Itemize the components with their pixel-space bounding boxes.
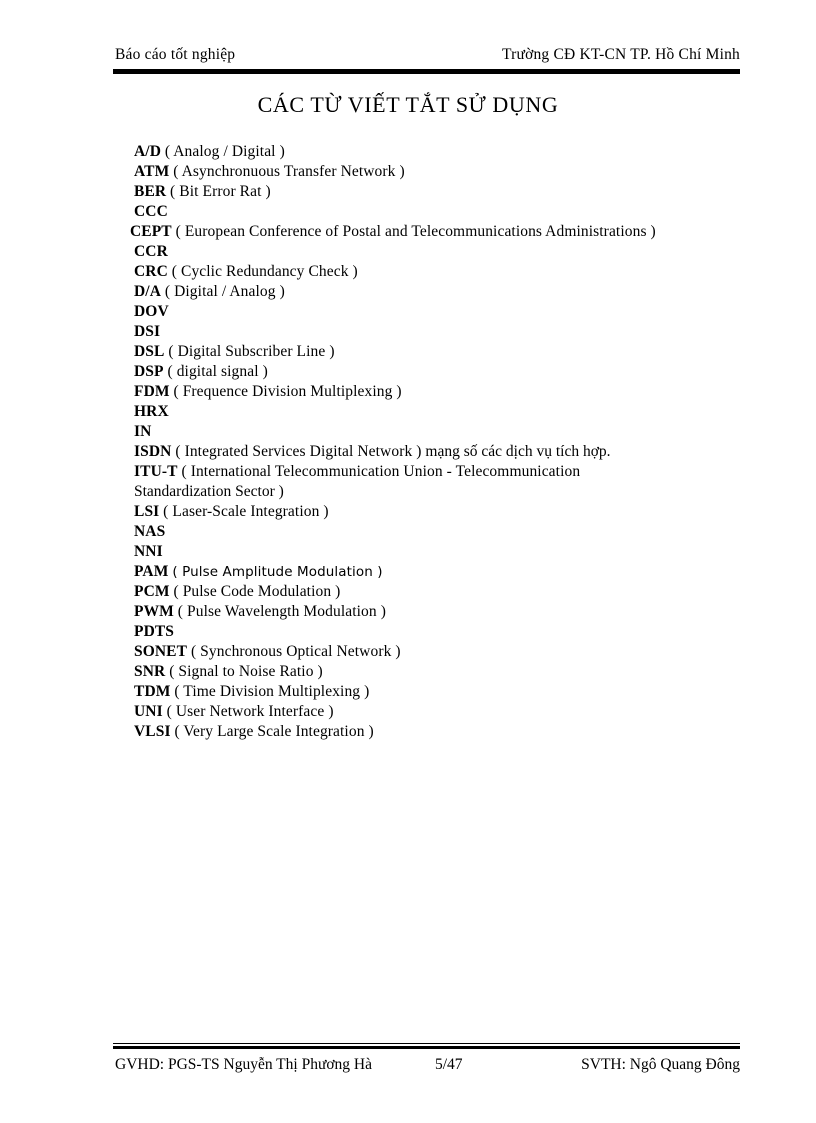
abbreviation-row: ISDN ( Integrated Services Digital Netwo… [134, 442, 754, 462]
abbreviation-term: TDM [134, 683, 171, 700]
abbreviation-row: BER ( Bit Error Rat ) [134, 182, 754, 202]
footer-divider-rule-thin [113, 1043, 740, 1044]
abbreviation-row: DSL ( Digital Subscriber Line ) [134, 342, 754, 362]
abbreviation-term: UNI [134, 703, 163, 720]
abbreviation-definition: ( Synchronous Optical Network ) [190, 643, 401, 660]
header-right-text: Trường CĐ KT-CN TP. Hồ Chí Minh [502, 46, 740, 63]
abbreviation-term: VLSI [134, 723, 171, 740]
abbreviation-term: DSI [134, 323, 161, 340]
abbreviation-term: CEPT [130, 223, 172, 240]
abbreviation-row: CEPT ( European Conference of Postal and… [130, 222, 754, 242]
abbreviation-term: SONET [134, 643, 188, 660]
abbreviation-definition: ( European Conference of Postal and Tele… [175, 223, 656, 240]
abbreviation-definition: ( Pulse Amplitude Modulation ) [172, 564, 383, 580]
abbreviation-row: NNI [134, 542, 754, 562]
abbreviation-definition: ( Digital / Analog ) [164, 283, 285, 300]
abbreviation-definition: ( Integrated Services Digital Network ) [175, 443, 422, 460]
abbreviation-row: HRX [134, 402, 754, 422]
abbreviation-term: PCM [134, 583, 170, 600]
abbreviation-list: A/D ( Analog / Digital ) ATM ( Asynchronu… [130, 142, 754, 742]
abbreviation-term: FDM [134, 383, 170, 400]
abbreviation-term: DSL [134, 343, 165, 360]
abbreviation-row: DSP ( digital signal ) [134, 362, 754, 382]
abbreviation-definition: ( Laser-Scale Integration ) [163, 503, 329, 520]
abbreviation-row: CCC [134, 202, 754, 222]
abbreviation-row: ATM ( Asynchronuous Transfer Network ) [134, 162, 754, 182]
abbreviation-term: ISDN [134, 443, 172, 460]
abbreviation-note: mạng số các dịch vụ tích hợp. [425, 443, 611, 460]
abbreviation-definition: ( Pulse Code Modulation ) [173, 583, 341, 600]
abbreviation-row: ITU-T ( International Telecommunication … [134, 462, 754, 482]
abbreviation-row: LSI ( Laser-Scale Integration ) [134, 502, 754, 522]
abbreviation-definition: ( Digital Subscriber Line ) [168, 343, 335, 360]
abbreviation-row: TDM ( Time Division Multiplexing ) [134, 682, 754, 702]
abbreviation-definition: ( Asynchronuous Transfer Network ) [173, 163, 405, 180]
header-divider-rule [113, 69, 740, 74]
abbreviation-row: PAM ( Pulse Amplitude Modulation ) [134, 562, 754, 582]
abbreviation-term: A/D [134, 143, 161, 160]
footer-divider-rule-thick [113, 1046, 740, 1049]
footer-student-text: SVTH: Ngô Quang Đông [581, 1056, 740, 1073]
abbreviation-term: CRC [134, 263, 168, 280]
page-footer: GVHD: PGS-TS Nguyễn Thị Phương Hà 5/47 S… [113, 1056, 740, 1076]
header-left-text: Báo cáo tốt nghiệp [115, 46, 236, 63]
abbreviation-term: LSI [134, 503, 160, 520]
abbreviation-definition: ( digital signal ) [167, 363, 268, 380]
abbreviation-definition: ( International Telecommunication Union … [181, 463, 581, 480]
abbreviation-row: NAS [134, 522, 754, 542]
abbreviation-term: PWM [134, 603, 174, 620]
footer-page-number: 5/47 [435, 1056, 463, 1073]
abbreviation-row: FDM ( Frequence Division Multiplexing ) [134, 382, 754, 402]
abbreviation-row: PDTS [134, 622, 754, 642]
page-title: CÁC TỪ VIẾT TẮT SỬ DỤNG [257, 92, 559, 117]
abbreviation-definition: ( Bit Error Rat ) [170, 183, 271, 200]
abbreviation-term: PAM [134, 563, 169, 580]
abbreviation-term: BER [134, 183, 167, 200]
abbreviation-term: CCC [134, 203, 168, 220]
abbreviation-row: SONET ( Synchronous Optical Network ) [134, 642, 754, 662]
abbreviation-definition: ( User Network Interface ) [166, 703, 334, 720]
abbreviation-definition: ( Time Division Multiplexing ) [174, 683, 370, 700]
abbreviation-row: A/D ( Analog / Digital ) [134, 142, 754, 162]
abbreviation-row: CRC ( Cyclic Redundancy Check ) [134, 262, 754, 282]
abbreviation-term: SNR [134, 663, 166, 680]
abbreviation-row: PCM ( Pulse Code Modulation ) [134, 582, 754, 602]
abbreviation-term: HRX [134, 403, 169, 420]
abbreviation-row: PWM ( Pulse Wavelength Modulation ) [134, 602, 754, 622]
abbreviation-row: DOV [134, 302, 754, 322]
abbreviation-term: ATM [134, 163, 170, 180]
abbreviation-definition: ( Very Large Scale Integration ) [174, 723, 374, 740]
abbreviation-term: NNI [134, 543, 163, 560]
abbreviation-term: CCR [134, 243, 168, 260]
abbreviation-row: VLSI ( Very Large Scale Integration ) [134, 722, 754, 742]
abbreviation-definition: ( Cyclic Redundancy Check ) [171, 263, 358, 280]
abbreviation-row: DSI [134, 322, 754, 342]
abbreviation-definition-continuation: Standardization Sector ) [134, 483, 284, 500]
abbreviation-term: D/A [134, 283, 161, 300]
page-header: Báo cáo tốt nghiệp Trường CĐ KT-CN TP. H… [113, 46, 740, 64]
abbreviation-definition: ( Analog / Digital ) [164, 143, 285, 160]
abbreviation-row: IN [134, 422, 754, 442]
abbreviation-definition: ( Frequence Division Multiplexing ) [173, 383, 402, 400]
abbreviation-term: PDTS [134, 623, 175, 640]
abbreviation-row: UNI ( User Network Interface ) [134, 702, 754, 722]
abbreviation-row: SNR ( Signal to Noise Ratio ) [134, 662, 754, 682]
abbreviation-term: ITU-T [134, 463, 178, 480]
abbreviation-definition: ( Signal to Noise Ratio ) [169, 663, 323, 680]
abbreviation-term: DOV [134, 303, 169, 320]
abbreviation-row: D/A ( Digital / Analog ) [134, 282, 754, 302]
abbreviation-row: CCR [134, 242, 754, 262]
abbreviation-definition: ( Pulse Wavelength Modulation ) [177, 603, 386, 620]
abbreviation-term: IN [134, 423, 152, 440]
document-page: Báo cáo tốt nghiệp Trường CĐ KT-CN TP. H… [0, 0, 816, 1123]
footer-advisor-text: GVHD: PGS-TS Nguyễn Thị Phương Hà [115, 1056, 372, 1073]
abbreviation-term: DSP [134, 363, 164, 380]
abbreviation-term: NAS [134, 523, 166, 540]
